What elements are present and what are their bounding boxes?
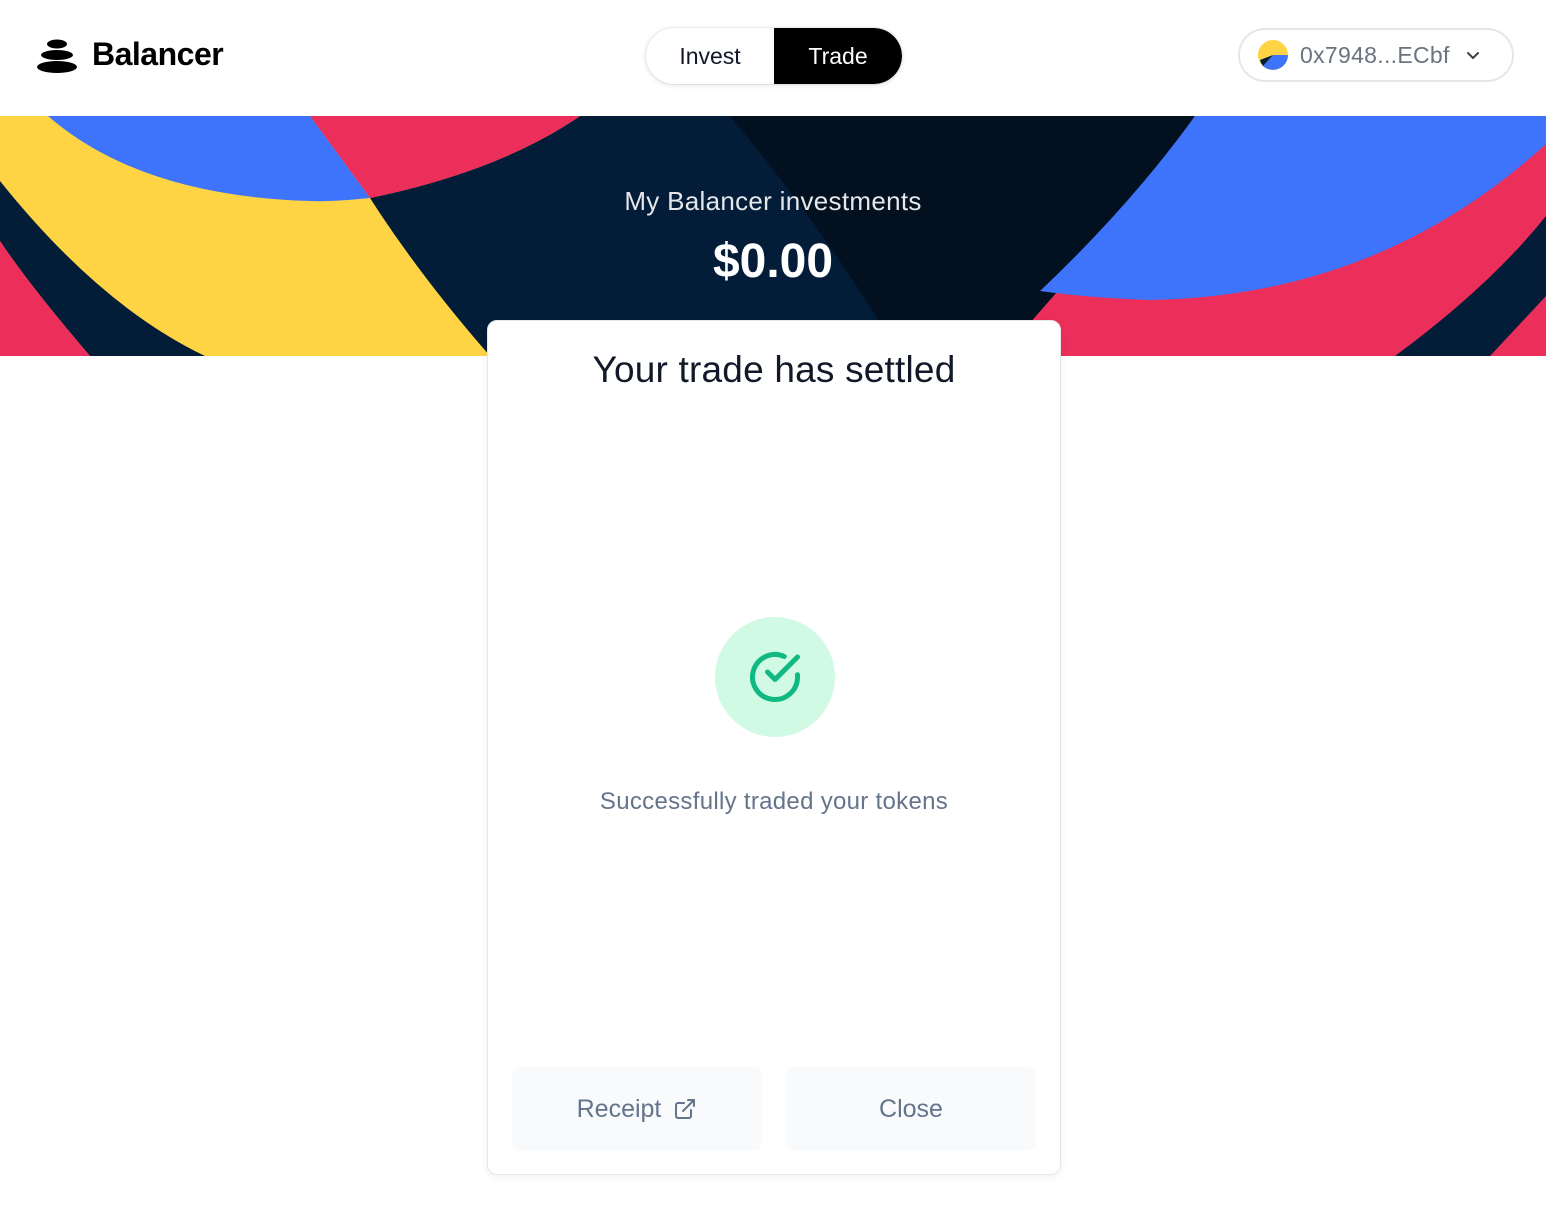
tab-trade[interactable]: Trade <box>774 28 902 84</box>
close-button-label: Close <box>879 1094 943 1123</box>
investments-value: $0.00 <box>712 235 834 288</box>
close-button[interactable]: Close <box>786 1067 1036 1151</box>
wallet-avatar-icon <box>1258 40 1288 70</box>
modal-title: Your trade has settled <box>592 349 956 390</box>
success-status-badge <box>715 617 835 737</box>
balancer-logo-icon <box>37 39 77 73</box>
investments-label: My Balancer investments <box>624 186 922 216</box>
account-address: 0x7948...ECbf <box>1300 41 1450 68</box>
check-circle-icon <box>750 652 800 702</box>
trade-settled-modal: Your trade has settled Successfully trad… <box>487 320 1061 1175</box>
invest-trade-toggle: Invest Trade <box>646 28 902 84</box>
chevron-down-icon <box>1466 52 1479 59</box>
brand-logo[interactable]: Balancer <box>36 36 224 73</box>
top-nav-bar: Balancer Invest Trade 0x7948...ECbf <box>0 0 1546 116</box>
receipt-button[interactable]: Receipt <box>512 1067 762 1151</box>
tab-invest[interactable]: Invest <box>646 28 774 84</box>
brand-name: Balancer <box>92 36 224 72</box>
success-message: Successfully traded your tokens <box>599 788 949 815</box>
account-button[interactable]: 0x7948...ECbf <box>1238 28 1514 82</box>
receipt-button-label: Receipt <box>576 1094 662 1123</box>
external-link-icon <box>675 1099 696 1119</box>
